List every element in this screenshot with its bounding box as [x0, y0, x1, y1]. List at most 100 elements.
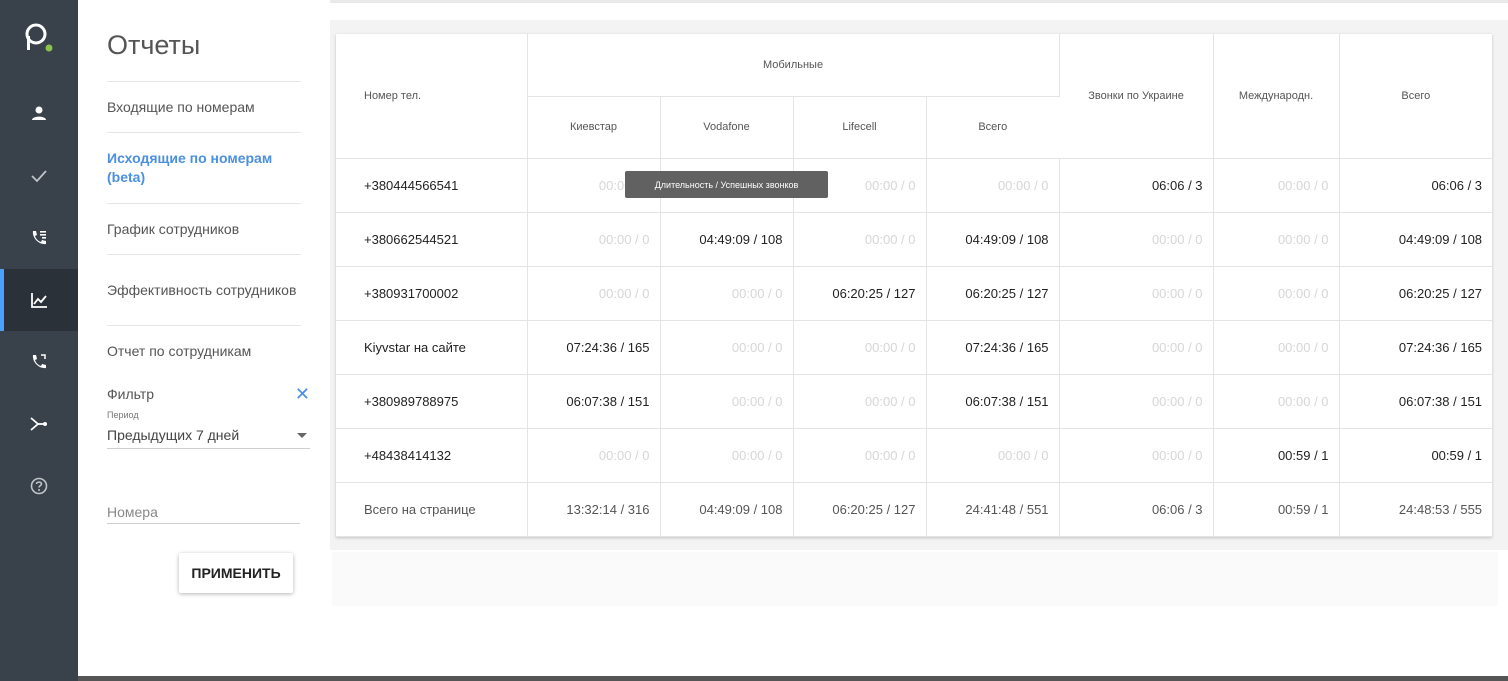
cell-total: 06:07:38 / 151 — [1339, 374, 1493, 429]
menu-item-incoming-by-numbers[interactable]: Входящие по номерам — [107, 81, 301, 132]
table-row: +380931700002 00:00 / 0 00:00 / 0 06:20:… — [336, 266, 1493, 321]
cell-total: 06:06 / 3 — [1339, 158, 1493, 213]
header-total: Всего — [1339, 34, 1493, 159]
cell-number: +380444566541 — [336, 158, 528, 213]
cell-vodafone: 00:00 / 0 — [660, 374, 794, 429]
cell-ukraine: 00:00 / 0 — [1059, 266, 1214, 321]
reports-menu: Входящие по номерам Исходящие по номерам… — [107, 81, 301, 376]
menu-item-employee-schedule[interactable]: График сотрудников — [107, 203, 301, 254]
cell-kyivstar: 13:32:14 / 316 — [527, 482, 661, 537]
reports-sidebar: Отчеты Входящие по номерам Исходящие по … — [78, 0, 330, 676]
header-kyivstar: Киевстар — [527, 96, 661, 159]
logo[interactable] — [0, 14, 78, 64]
chevron-down-icon — [297, 432, 307, 438]
cell-lifecell: 00:00 / 0 — [793, 428, 927, 483]
cell-mobile-total: 06:20:25 / 127 — [926, 266, 1060, 321]
cell-ukraine: 00:00 / 0 — [1059, 212, 1214, 267]
logo-icon — [25, 23, 53, 52]
period-select[interactable]: Предыдущих 7 дней — [107, 422, 310, 449]
cell-kyivstar: 00:00 / 0 — [527, 266, 661, 321]
cell-mobile-total: 00:00 / 0 — [926, 428, 1060, 483]
close-icon[interactable]: ✕ — [295, 385, 310, 403]
cell-mobile-total: 06:07:38 / 151 — [926, 374, 1060, 429]
below-table-panel — [332, 552, 1498, 606]
cell-vodafone: 04:49:09 / 108 — [660, 212, 794, 267]
page-bottom-border — [78, 676, 1508, 681]
nav-tasks[interactable] — [0, 145, 78, 207]
cell-ukraine: 00:00 / 0 — [1059, 374, 1214, 429]
numbers-input[interactable]: Номера — [107, 496, 300, 524]
cell-international: 00:00 / 0 — [1213, 212, 1340, 267]
cell-kyivstar: 00:00 / 0 — [527, 212, 661, 267]
cell-ukraine: 00:00 / 0 — [1059, 428, 1214, 483]
apply-button[interactable]: ПРИМЕНИТЬ — [179, 553, 293, 593]
table-row: +380989788975 06:07:38 / 151 00:00 / 0 0… — [336, 374, 1493, 429]
call-list-icon — [32, 231, 46, 245]
nav-call-transfer[interactable] — [0, 331, 78, 393]
cell-vodafone: 00:00 / 0 — [660, 320, 794, 375]
header-mobile-group: Мобильные — [527, 34, 1060, 97]
cell-total: 00:59 / 1 — [1339, 428, 1493, 483]
help-icon — [30, 477, 48, 495]
table-total-row: Всего на странице 13:32:14 / 316 04:49:0… — [336, 482, 1493, 537]
cell-kyivstar: 00:00 / 0 — [527, 428, 661, 483]
header-mobile-total: Всего — [926, 96, 1060, 159]
nav-reports[interactable] — [0, 269, 78, 331]
main-content: Номер тел. Мобильные Звонки по Украине М… — [330, 0, 1508, 676]
filter-label: Фильтр — [107, 386, 155, 402]
cell-vodafone: 00:00 / 0 — [660, 428, 794, 483]
cell-number: +380662544521 — [336, 212, 528, 267]
nav-help[interactable] — [0, 455, 78, 517]
nav-call-list[interactable] — [0, 207, 78, 269]
page-title: Отчеты — [107, 30, 201, 60]
nav-users[interactable] — [0, 83, 78, 145]
report-table: Номер тел. Мобильные Звонки по Украине М… — [336, 34, 1493, 537]
report-table-card: Номер тел. Мобильные Звонки по Украине М… — [336, 34, 1493, 537]
menu-item-outgoing-by-numbers[interactable]: Исходящие по номерам (beta) — [107, 132, 301, 203]
table-row: Kiyvstar на сайте 07:24:36 / 165 00:00 /… — [336, 320, 1493, 375]
header-lifecell: Lifecell — [793, 96, 927, 159]
table-row: +380662544521 00:00 / 0 04:49:09 / 108 0… — [336, 212, 1493, 267]
cell-total: 04:49:09 / 108 — [1339, 212, 1493, 267]
cell-international: 00:59 / 1 — [1213, 482, 1340, 537]
cell-international: 00:00 / 0 — [1213, 374, 1340, 429]
menu-item-employee-efficiency[interactable]: Эффективность сотрудников — [107, 254, 301, 325]
cell-lifecell: 06:20:25 / 127 — [793, 266, 927, 321]
cell-lifecell: 00:00 / 0 — [793, 212, 927, 267]
table-row: +48438414132 00:00 / 0 00:00 / 0 00:00 /… — [336, 428, 1493, 483]
table-row: +380444566541 00:00 / 0 00:00 / 0 00:00 … — [336, 158, 1493, 213]
call-transfer-icon — [32, 354, 46, 369]
cell-lifecell: 06:20:25 / 127 — [793, 482, 927, 537]
cell-total: 06:20:25 / 127 — [1339, 266, 1493, 321]
cell-mobile-total: 04:49:09 / 108 — [926, 212, 1060, 267]
cell-total: 07:24:36 / 165 — [1339, 320, 1493, 375]
cell-vodafone: 00:00 / 0 — [660, 266, 794, 321]
cell-number: +380931700002 — [336, 266, 528, 321]
cell-total: 24:48:53 / 555 — [1339, 482, 1493, 537]
cell-mobile-total: 07:24:36 / 165 — [926, 320, 1060, 375]
cell-mobile-total: 00:00 / 0 — [926, 158, 1060, 213]
header-number: Номер тел. — [336, 34, 528, 159]
routing-icon — [30, 417, 47, 431]
cell-number: Kiyvstar на сайте — [336, 320, 528, 375]
cell-kyivstar: 06:07:38 / 151 — [527, 374, 661, 429]
cell-ukraine: 06:06 / 3 — [1059, 482, 1214, 537]
cell-ukraine: 06:06 / 3 — [1059, 158, 1214, 213]
period-label: Период — [107, 410, 139, 420]
cell-number: Всего на странице — [336, 482, 528, 537]
cell-number: +48438414132 — [336, 428, 528, 483]
cell-international: 00:00 / 0 — [1213, 266, 1340, 321]
icon-rail — [0, 0, 78, 681]
menu-item-employee-report[interactable]: Отчет по сотрудникам — [107, 325, 301, 376]
cell-kyivstar: 07:24:36 / 165 — [527, 320, 661, 375]
chart-icon — [31, 293, 47, 308]
nav-routing[interactable] — [0, 393, 78, 455]
period-value: Предыдущих 7 дней — [107, 427, 240, 443]
top-divider — [330, 0, 1508, 3]
filter-section: Фильтр ✕ Период Предыдущих 7 дней — [107, 385, 310, 449]
header-vodafone: Vodafone — [660, 96, 794, 159]
cell-international: 00:00 / 0 — [1213, 320, 1340, 375]
cell-international: 00:00 / 0 — [1213, 158, 1340, 213]
cell-mobile-total: 24:41:48 / 551 — [926, 482, 1060, 537]
check-icon — [31, 170, 47, 183]
